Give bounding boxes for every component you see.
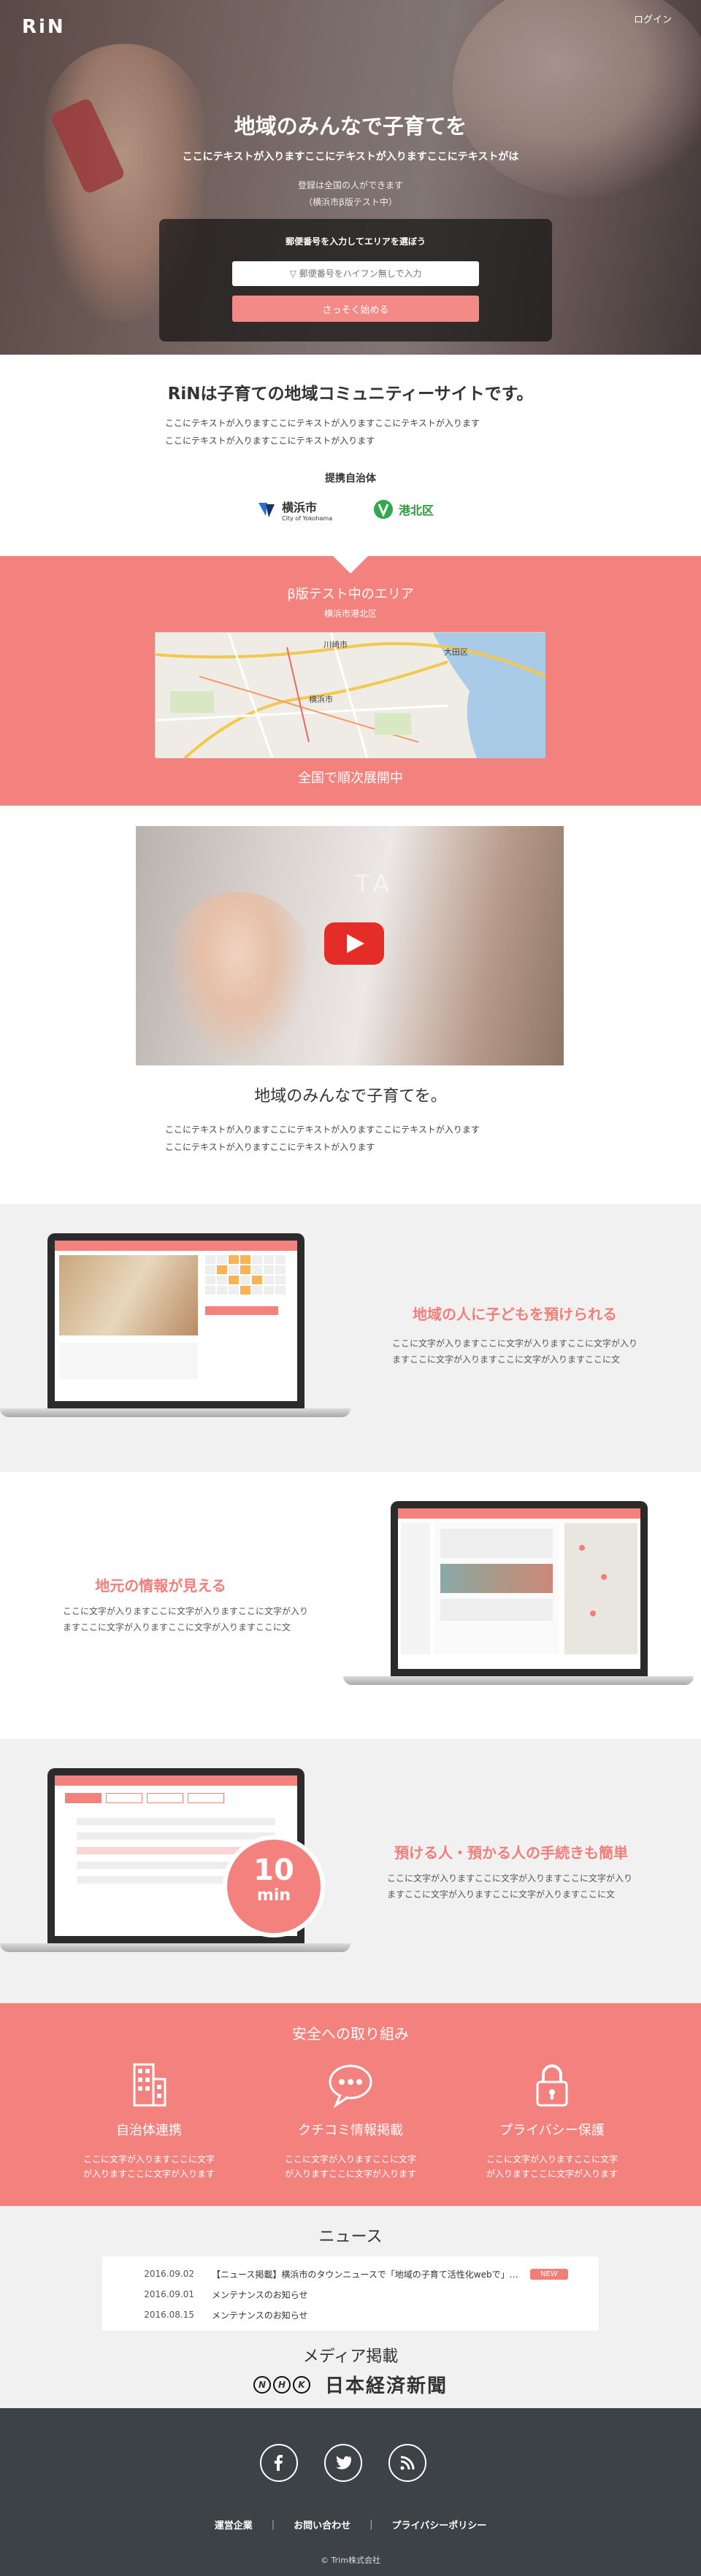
safety-item-title: プライバシー保護 <box>499 2123 605 2138</box>
news-date: 2016.09.02 <box>144 2269 194 2279</box>
partner-kohoku[interactable]: 港北区 <box>372 496 434 522</box>
speech-bubble-icon <box>329 2064 372 2109</box>
footer-link-company[interactable]: 運営企業 <box>215 2518 253 2531</box>
rss-icon[interactable] <box>388 2444 426 2482</box>
intro-section: RiNは子育ての地域コミュニティーサイトです。 ここにテキストが入りますここにテ… <box>0 355 701 556</box>
footer: 運営企業 | お問い合わせ | プライバシーポリシー © Trim株式会社 <box>0 2408 701 2576</box>
news-date: 2016.08.15 <box>144 2310 194 2320</box>
safety-item: 自治体連携 ここに文字が入りますここに文字 が入りますここに文字が入ります <box>61 2062 237 2181</box>
map-graphic: 川崎市 大田区 横浜市 <box>155 632 546 760</box>
trial-title: β版テスト中のエリア <box>287 587 414 602</box>
safety-item-title: クチコミ情報掲載 <box>298 2123 403 2138</box>
news-item-title[interactable]: メンテナンスのお知らせ <box>212 2288 526 2301</box>
feature-title: 地元の情報が見える <box>95 1577 226 1594</box>
news-item-title[interactable]: 【ニュース掲載】横浜市のタウンニュースで「地域の子育て活性化webで」と取り… <box>212 2268 526 2280</box>
video-watermark: TA <box>355 870 394 899</box>
video-text: ここにテキストが入りますここにテキストが入りますここにテキストが入ります ここに… <box>165 1125 480 1152</box>
logo[interactable]: RiN <box>22 16 66 38</box>
feature-text: ここに文字が入りますここに文字が入りますここに文字が入り ますここに文字が入りま… <box>63 1606 309 1632</box>
feature-local-info: 地元の情報が見える ここに文字が入りますここに文字が入りますここに文字が入り ま… <box>0 1472 701 1739</box>
feature-text: ここに文字が入りますここに文字が入りますここに文字が入り ますここに文字が入りま… <box>387 1873 633 1900</box>
feature-childcare: 地域の人に子どもを預けられる ここに文字が入りますここに文字が入りますここに文字… <box>0 1204 701 1472</box>
section-pointer <box>333 556 368 574</box>
copyright: © Trim株式会社 <box>321 2556 380 2565</box>
start-button[interactable]: さっそく始める <box>232 296 479 322</box>
partners-label: 提携自治体 <box>325 473 376 485</box>
news-item[interactable]: 2016.09.01 メンテナンスのお知らせ <box>102 2284 599 2305</box>
partner-yokohama[interactable]: 横浜市 City of Yokohama <box>256 496 332 522</box>
map-label: 横浜市 <box>309 694 333 704</box>
news-item[interactable]: 2016.09.02 【ニュース掲載】横浜市のタウンニュースで「地域の子育て活性… <box>102 2264 599 2284</box>
promo-video[interactable]: TA <box>136 826 564 1067</box>
zip-input[interactable] <box>232 261 479 286</box>
news-date: 2016.09.01 <box>144 2289 194 2299</box>
trial-footer: 全国で順次展開中 <box>298 771 403 786</box>
news-item-title[interactable]: メンテナンスのお知らせ <box>212 2309 526 2321</box>
news-list: 2016.09.02 【ニュース掲載】横浜市のタウンニュースで「地域の子育て活性… <box>102 2256 599 2331</box>
kohoku-emblem-icon <box>374 500 393 519</box>
video-title: 地域のみんなで子育てを。 <box>254 1087 447 1106</box>
media-logos: N H K 日本経済新聞 <box>0 2371 701 2398</box>
twitter-icon[interactable] <box>324 2444 362 2482</box>
feature-text: ここに文字が入りますここに文字が入りますここに文字が入り ますここに文字が入りま… <box>392 1338 638 1365</box>
news-item[interactable]: 2016.08.15 メンテナンスのお知らせ <box>102 2305 599 2325</box>
play-icon[interactable] <box>324 922 384 965</box>
safety-item-text: ここに文字が入りますここに文字 が入りますここに文字が入ります <box>284 2154 416 2179</box>
safety-item: クチコミ情報掲載 ここに文字が入りますここに文字 が入りますここに文字が入ります <box>263 2062 438 2181</box>
footer-link-contact[interactable]: お問い合わせ <box>294 2518 350 2531</box>
video-thumbnail-child <box>165 892 311 1067</box>
facebook-icon[interactable] <box>260 2444 298 2482</box>
zip-panel: 郵便番号を入力してエリアを選ぼう さっそく始める <box>159 219 552 342</box>
hero-title: 地域のみんなで子育てを <box>234 114 467 139</box>
map-label: 川崎市 <box>323 639 348 649</box>
news-title: ニュース <box>318 2228 383 2246</box>
hero-section: RiN ログイン 地域のみんなで子育てを ここにテキストが入りますここにテキスト… <box>0 0 701 355</box>
footer-nav: 運営企業 | お問い合わせ | プライバシーポリシー <box>214 2518 487 2531</box>
hero-note: 登録は全国の人ができます <box>297 180 403 190</box>
safety-item-text: ここに文字が入りますここに文字 が入りますここに文字が入ります <box>486 2154 618 2179</box>
zip-panel-label: 郵便番号を入力してエリアを選ぼう <box>286 236 426 247</box>
footer-link-privacy[interactable]: プライバシーポリシー <box>392 2518 487 2531</box>
feature-easy-procedure: 10 min 預ける人・預かる人の手続きも簡単 ここに文字が入りますここに文字が… <box>0 1739 701 2003</box>
nhk-logo[interactable]: N H K <box>253 2375 310 2394</box>
feature-title: 地域の人に子どもを預けられる <box>413 1306 617 1323</box>
login-link[interactable]: ログイン <box>634 12 672 26</box>
safety-item: プライバシー保護 ここに文字が入りますここに文字 が入りますここに文字が入ります <box>464 2062 640 2181</box>
media-title: メディア掲載 <box>302 2348 399 2366</box>
trial-area-section: β版テスト中のエリア 横浜市港北区 川崎市 大田区 横浜市 全国で順次展開中 <box>0 556 701 806</box>
intro-text: ここにテキストが入りますここにテキストが入りますここにテキストが入ります ここに… <box>165 418 480 446</box>
yokohama-emblem-icon <box>258 503 275 517</box>
intro-title: RiNは子育ての地域コミュニティーサイトです。 <box>167 385 534 404</box>
feature-title: 預ける人・預かる人の手続きも簡単 <box>394 1844 628 1862</box>
map-label: 大田区 <box>444 647 468 657</box>
safety-section: 安全への取り組み 自治体連携 ここに文字が入りますここに文字 が入りますここに文… <box>0 2003 701 2206</box>
ten-minute-badge: 10 min <box>223 1835 325 1937</box>
hero-note-beta: （横浜市β版テスト中） <box>304 197 397 207</box>
safety-title: 安全への取り組み <box>292 2025 409 2043</box>
trial-area: 横浜市港北区 <box>323 609 377 619</box>
safety-item-title: 自治体連携 <box>116 2123 182 2138</box>
news-section: ニュース 2016.09.02 【ニュース掲載】横浜市のタウンニュースで「地域の… <box>0 2206 701 2408</box>
lock-icon <box>536 2064 568 2107</box>
hero-subtitle: ここにテキストが入りますここにテキストが入りますここにテキストがは <box>182 151 519 163</box>
building-icon <box>133 2063 166 2107</box>
safety-item-text: ここに文字が入りますここに文字 が入りますここに文字が入ります <box>83 2154 215 2179</box>
nikkei-logo[interactable]: 日本経済新聞 <box>325 2371 448 2398</box>
new-badge: NEW <box>530 2268 568 2280</box>
area-map[interactable]: 川崎市 大田区 横浜市 <box>155 632 546 760</box>
